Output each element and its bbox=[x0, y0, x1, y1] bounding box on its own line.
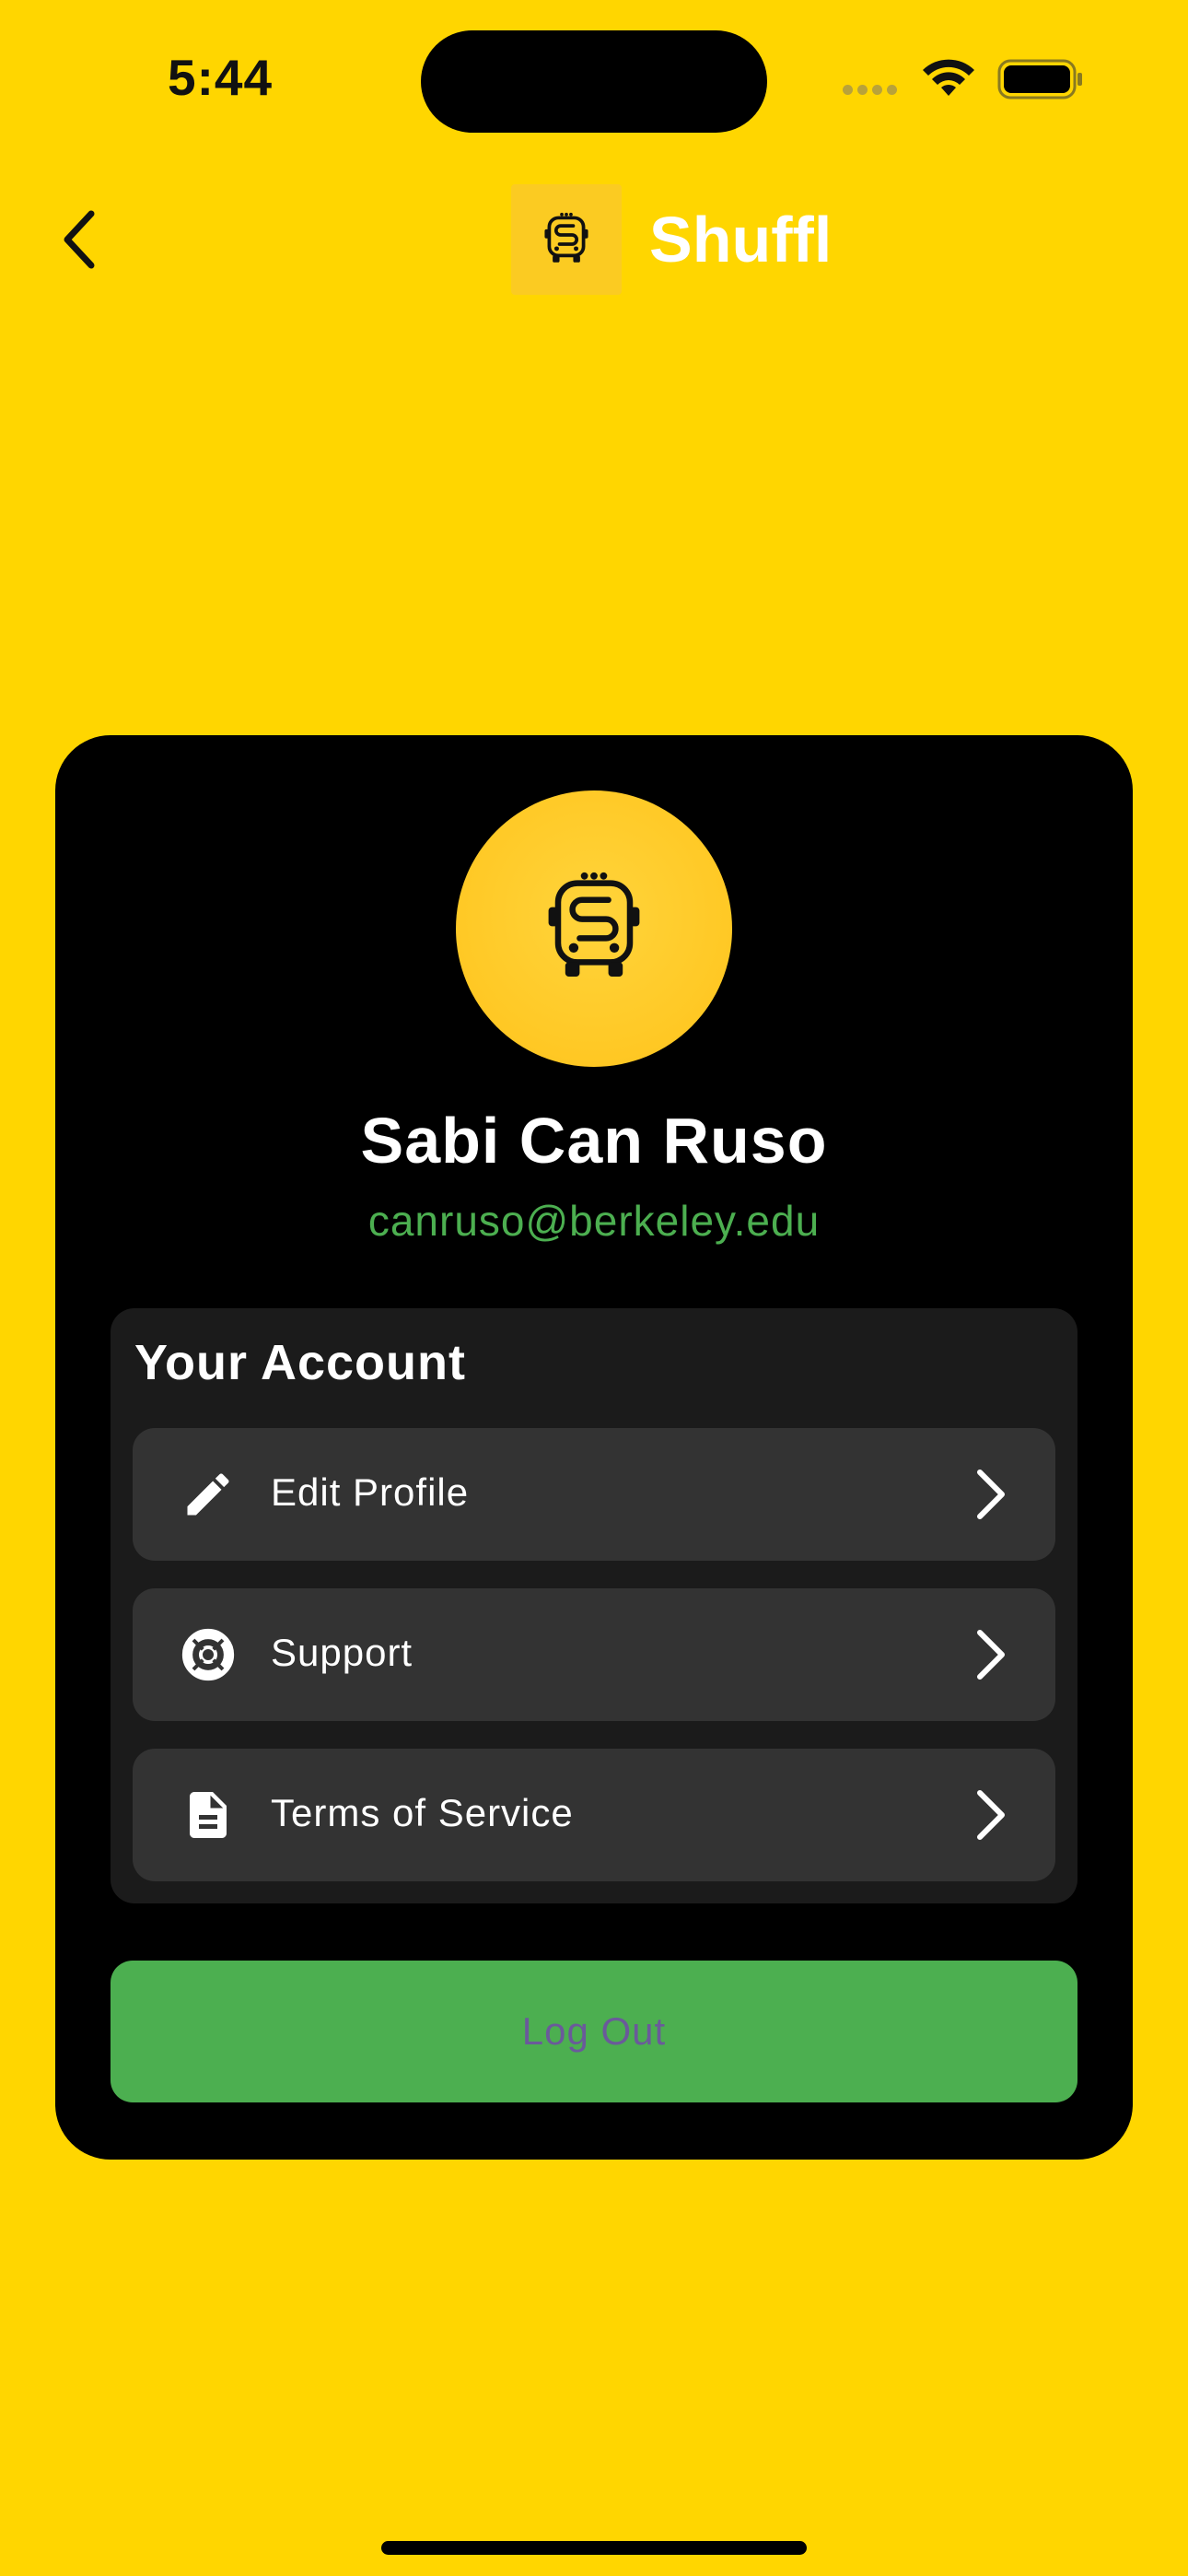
app-logo bbox=[511, 184, 622, 295]
avatar bbox=[456, 790, 732, 1067]
status-time: 5:44 bbox=[168, 49, 274, 106]
back-button[interactable] bbox=[51, 203, 124, 276]
pencil-icon bbox=[187, 1473, 229, 1516]
chevron-right-icon bbox=[977, 1630, 1005, 1680]
profile-card: Sabi Can Ruso canruso@berkeley.edu Your … bbox=[55, 735, 1133, 2160]
status-bar: 5:44 bbox=[0, 0, 1188, 157]
dynamic-island bbox=[421, 30, 767, 133]
log-out-button[interactable]: Log Out bbox=[111, 1961, 1077, 2102]
support-label: Support bbox=[271, 1631, 413, 1674]
nav-header: Shuffl bbox=[0, 175, 1188, 304]
account-section-title: Your Account bbox=[134, 1335, 466, 1390]
terms-of-service-label: Terms of Service bbox=[271, 1791, 574, 1834]
document-icon bbox=[190, 1792, 227, 1838]
user-email: canruso@berkeley.edu bbox=[367, 1197, 821, 1245]
chevron-right-icon bbox=[977, 1790, 1005, 1840]
home-indicator bbox=[381, 2541, 807, 2555]
app-title: Shuffl bbox=[649, 204, 833, 275]
chevron-right-icon bbox=[977, 1469, 1005, 1519]
lifebuoy-icon bbox=[181, 1628, 235, 1681]
edit-profile-button[interactable]: Edit Profile bbox=[133, 1428, 1055, 1561]
battery-icon bbox=[997, 59, 1082, 100]
chevron-left-icon bbox=[64, 210, 95, 269]
user-name: Sabi Can Ruso bbox=[360, 1105, 828, 1177]
school-bus-icon bbox=[548, 872, 640, 977]
account-panel: Your Account Edit Profile Support Terms … bbox=[111, 1308, 1077, 1903]
edit-profile-label: Edit Profile bbox=[271, 1470, 470, 1514]
school-bus-icon bbox=[544, 212, 588, 263]
terms-of-service-button[interactable]: Terms of Service bbox=[133, 1749, 1055, 1881]
wifi-icon bbox=[923, 59, 974, 96]
support-button[interactable]: Support bbox=[133, 1588, 1055, 1721]
cellular-signal-icon bbox=[843, 83, 902, 100]
